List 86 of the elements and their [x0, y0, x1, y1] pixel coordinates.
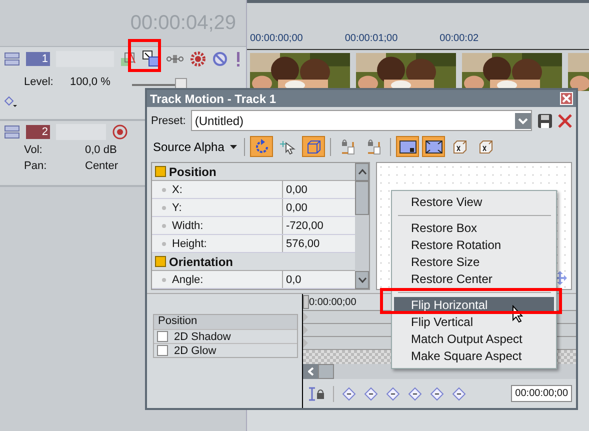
box-expand-icon — [424, 140, 443, 154]
collapse-icon[interactable] — [4, 124, 20, 140]
scroll-up-icon — [358, 169, 366, 175]
connector-icon[interactable] — [166, 54, 184, 64]
preset-dropdown[interactable]: (Untitled) — [190, 110, 532, 132]
track-number: 1 — [26, 52, 50, 66]
keyframe-marker-icon — [303, 338, 308, 348]
lock-axis-icon — [340, 138, 356, 155]
close-button[interactable] — [560, 92, 573, 106]
effect-label: 2D Glow — [174, 344, 216, 356]
ruler-time: 00:00:00;00 — [250, 32, 303, 44]
collapse-icon[interactable] — [4, 51, 20, 67]
menu-item[interactable]: Restore Size — [394, 254, 554, 271]
ruler-time: 00:00:01;00 — [344, 32, 398, 44]
ruler-time: 00:00:02 — [440, 32, 479, 44]
level-value: 100,0 % — [70, 76, 112, 88]
track-number: 2 — [26, 125, 50, 139]
volume-value: 0,0 dB — [85, 144, 118, 156]
property-value[interactable]: 0,00 — [283, 199, 355, 216]
scroll-thumb[interactable] — [318, 364, 334, 379]
preset-label: Preset: — [151, 114, 186, 127]
pan-label: Pan: — [24, 160, 48, 172]
keyframe-nav-icon[interactable] — [408, 386, 422, 400]
delete-icon[interactable] — [558, 114, 572, 128]
save-icon[interactable] — [537, 112, 553, 129]
close-icon — [562, 94, 571, 104]
menu-item[interactable]: Match Output Aspect — [394, 331, 554, 348]
cube-icon — [306, 138, 322, 155]
source-alpha-dropdown[interactable]: Source Alpha — [151, 140, 240, 154]
pan-value: Center — [85, 160, 120, 172]
cube-axis-icon — [478, 138, 494, 155]
menu-item[interactable]: Restore Rotation — [394, 237, 554, 254]
record-icon[interactable] — [112, 124, 128, 140]
composite-icon[interactable] — [120, 51, 136, 67]
rotate-icon — [254, 138, 270, 155]
scroll-left-icon[interactable] — [308, 367, 314, 376]
keyframe-marker-icon — [303, 325, 308, 335]
mouse-cursor-icon — [512, 305, 524, 323]
property-value[interactable]: 0,0 — [283, 271, 355, 288]
scroll-down-icon — [358, 277, 366, 283]
keyframe-nav-icon[interactable] — [386, 386, 400, 400]
toolbar-button[interactable] — [396, 136, 420, 158]
category-icon — [155, 256, 166, 267]
group-header[interactable]: Position — [169, 164, 216, 178]
property-name: Height: — [152, 235, 283, 252]
keyframe-marker-icon — [303, 312, 308, 322]
menu-item[interactable]: Restore View — [394, 194, 554, 211]
volume-label: Vol: — [24, 144, 44, 156]
prohibited-icon[interactable] — [212, 51, 228, 67]
keyframe-time: 0:00:00;00 — [309, 296, 356, 308]
property-name: X: — [152, 181, 283, 198]
checkbox[interactable] — [157, 331, 168, 342]
lock-axis-icon — [366, 138, 382, 155]
checkbox[interactable] — [157, 345, 168, 356]
level-label: Level: — [24, 76, 54, 88]
track-motion-icon[interactable] — [142, 50, 160, 68]
property-value[interactable]: 576,00 — [283, 235, 355, 252]
property-name: Width: — [152, 217, 283, 234]
keyframe-nav-icon[interactable] — [452, 386, 466, 400]
keyframe-dropdown-icon[interactable] — [4, 96, 18, 108]
property-name: Angle: — [152, 271, 283, 288]
timeline-ruler[interactable]: 00:00:00;00 00:00:01;00 00:00:02 — [247, 25, 589, 50]
highlight-frame — [128, 39, 161, 72]
scrollbar[interactable] — [355, 163, 369, 289]
property-value[interactable]: 0,00 — [283, 181, 355, 198]
caret-icon — [230, 144, 238, 149]
category-icon — [155, 166, 166, 177]
cursor-time-field[interactable]: 00:00:00;00 — [511, 385, 572, 402]
menu-item[interactable]: Restore Center — [394, 271, 554, 288]
keyframe-nav-icon[interactable] — [430, 386, 444, 400]
exclamation-icon[interactable] — [234, 51, 242, 67]
time-marker-handle[interactable] — [303, 295, 309, 309]
lock-cursor-icon[interactable] — [307, 386, 325, 400]
menu-item[interactable]: Flip Vertical — [394, 314, 554, 331]
property-name: Y: — [152, 199, 283, 216]
effect-label: 2D Shadow — [174, 330, 231, 342]
keyframe-nav-icon[interactable] — [364, 386, 378, 400]
toolbar-button[interactable] — [422, 136, 446, 158]
cube-axis-icon — [452, 138, 468, 155]
effects-header[interactable]: Position — [154, 315, 297, 329]
gear-icon[interactable] — [190, 51, 206, 67]
property-value[interactable]: -720,00 — [283, 217, 355, 234]
menu-item[interactable]: Restore Box — [394, 220, 554, 237]
pointer-icon — [280, 138, 296, 155]
keyframe-nav-icon[interactable] — [342, 386, 356, 400]
dialog-title: Track Motion - Track 1 — [150, 92, 276, 106]
